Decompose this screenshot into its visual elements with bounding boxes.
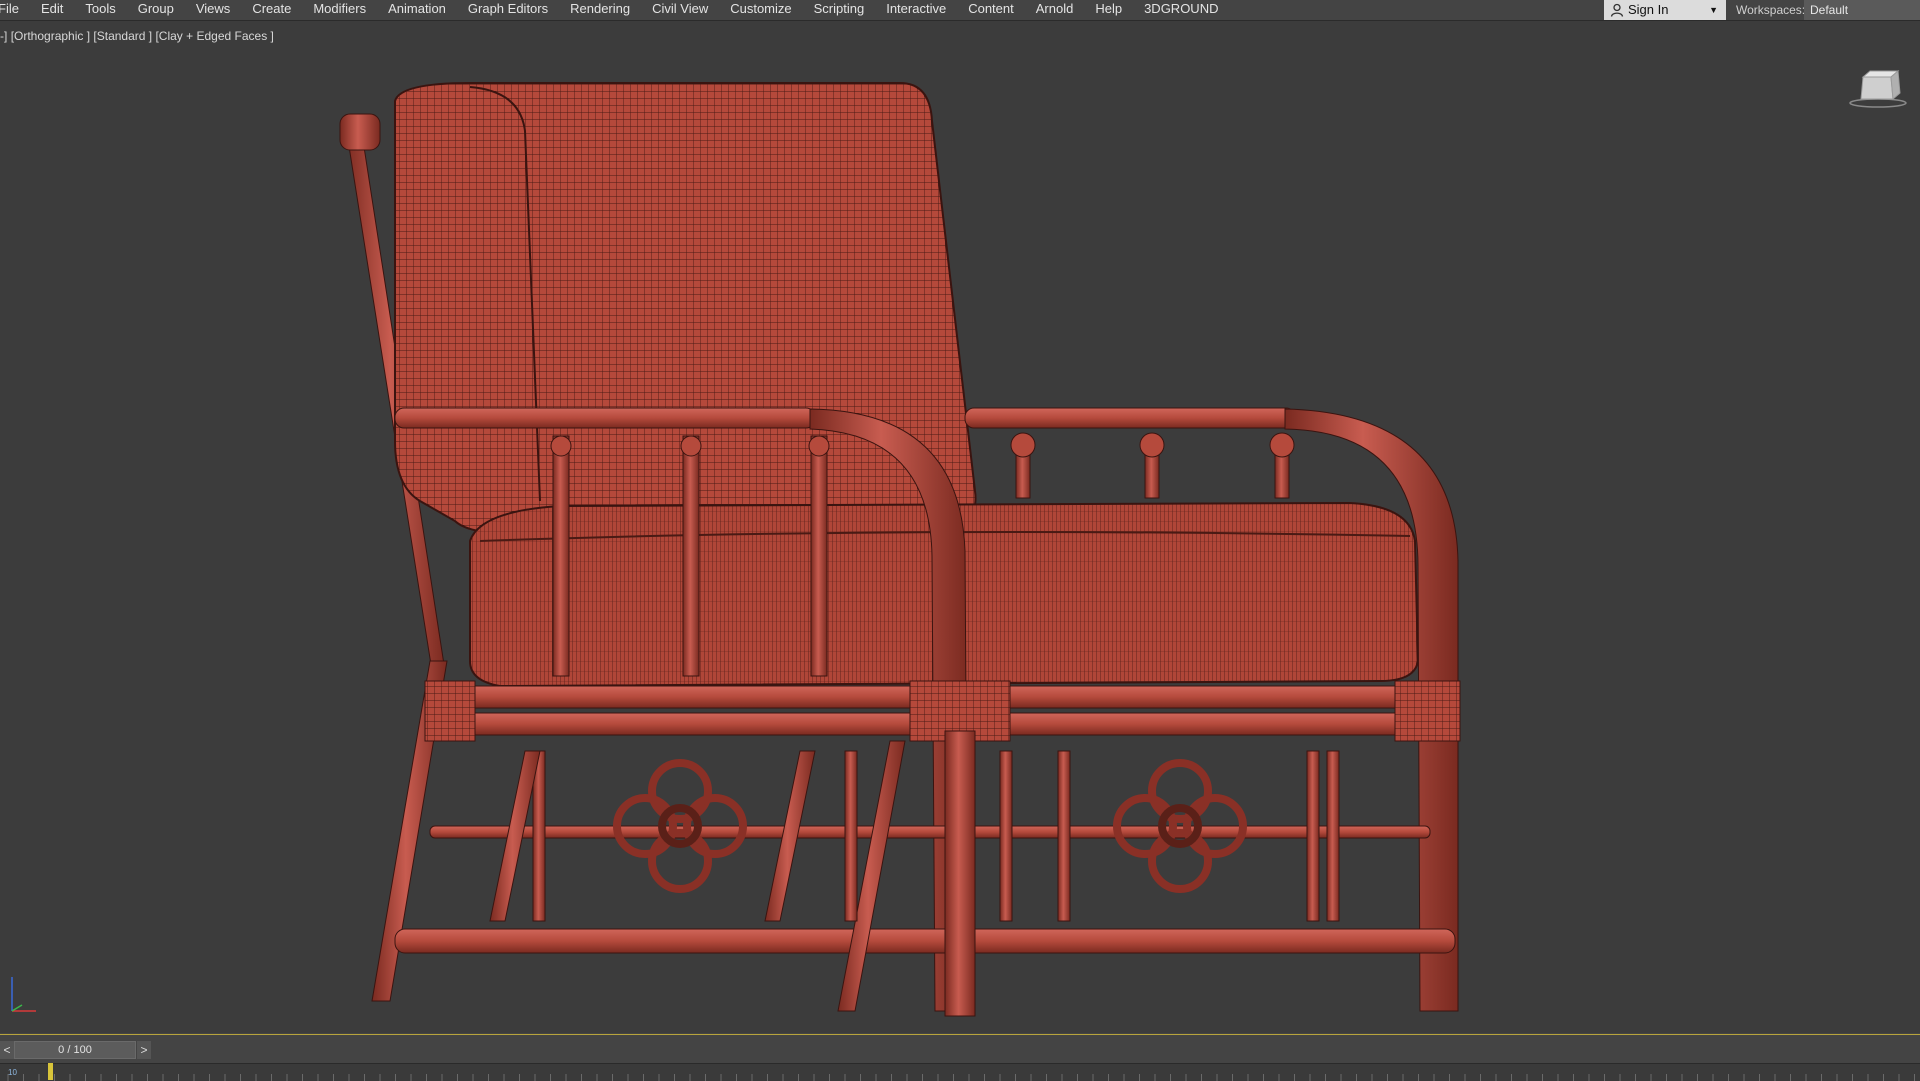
menu-rendering[interactable]: Rendering <box>559 0 641 20</box>
menu-views[interactable]: Views <box>185 0 241 20</box>
next-frame-button[interactable]: > <box>137 1041 151 1059</box>
menu-tools[interactable]: Tools <box>74 0 126 20</box>
menu-content[interactable]: Content <box>957 0 1025 20</box>
chevron-down-icon: ▼ <box>1709 5 1718 15</box>
workspaces-label: Workspaces: <box>1736 3 1806 17</box>
time-slider[interactable]: 0 / 100 <box>14 1041 136 1059</box>
menu-civil-view[interactable]: Civil View <box>641 0 719 20</box>
menu-edit[interactable]: Edit <box>30 0 74 20</box>
menu-arnold[interactable]: Arnold <box>1025 0 1085 20</box>
menu-group[interactable]: Group <box>127 0 185 20</box>
menu-create[interactable]: Create <box>241 0 302 20</box>
menu-interactive[interactable]: Interactive <box>875 0 957 20</box>
sign-in-label: Sign In <box>1628 2 1669 17</box>
track-bar[interactable] <box>0 1063 1920 1081</box>
menu-modifiers[interactable]: Modifiers <box>302 0 377 20</box>
workspaces-select[interactable]: Default <box>1804 0 1920 20</box>
menu-animation[interactable]: Animation <box>377 0 457 20</box>
menu-items: File Edit Tools Group Views Create Modifiers An… <box>0 0 1229 20</box>
track-ruler <box>7 1074 1915 1081</box>
playhead[interactable] <box>48 1063 53 1080</box>
chair-model[interactable] <box>0 21 1920 1033</box>
menu-scripting[interactable]: Scripting <box>803 0 876 20</box>
time-slider-row: < 0 / 100 > <box>0 1039 1920 1063</box>
seat-rails <box>424 680 1461 742</box>
track-start-label: 10 <box>8 1068 17 1077</box>
user-icon <box>1610 3 1624 17</box>
menu-customize[interactable]: Customize <box>719 0 802 20</box>
menu-file[interactable]: File <box>0 0 30 20</box>
lower-frame <box>394 730 1456 1017</box>
perspective-viewport[interactable]: -] [Orthographic ] [Standard ] [Clay + E… <box>0 21 1920 1033</box>
menu-3dground[interactable]: 3DGROUND <box>1133 0 1229 20</box>
axis-tripod-icon <box>11 977 36 1012</box>
prev-frame-button[interactable]: < <box>0 1041 14 1059</box>
sign-in-dropdown[interactable]: Sign In ▼ <box>1604 0 1726 20</box>
menu-help[interactable]: Help <box>1084 0 1133 20</box>
menu-graph-editors[interactable]: Graph Editors <box>457 0 559 20</box>
